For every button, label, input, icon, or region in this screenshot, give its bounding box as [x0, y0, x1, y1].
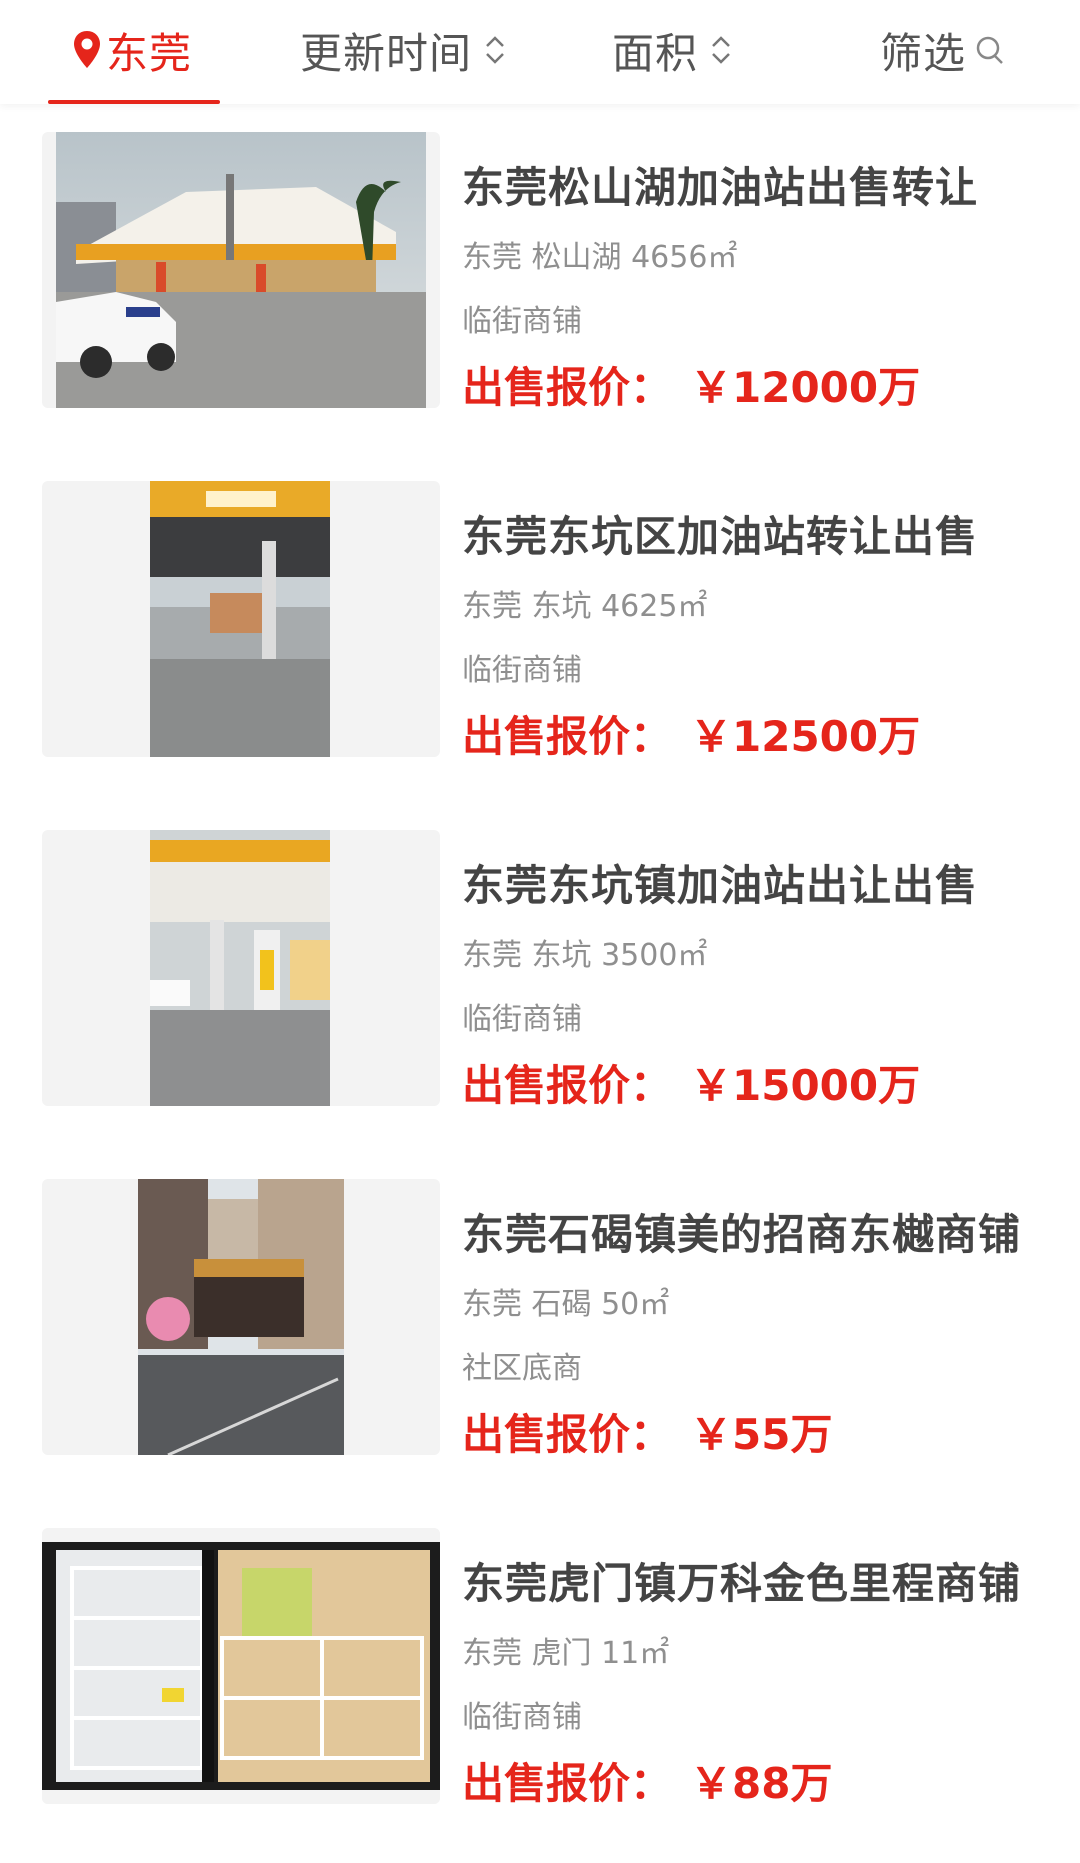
listing-meta: 东莞 东坑 3500㎡	[462, 938, 708, 973]
price-value: ￥15000万	[690, 1061, 921, 1110]
location-pin-icon	[74, 31, 100, 68]
listing-title: 东莞松山湖加油站出售转让	[462, 163, 979, 212]
listing-meta: 东莞 石碣 50㎡	[462, 1287, 670, 1322]
listing-type: 社区底商	[462, 1351, 582, 1386]
listing-type: 临街商铺	[462, 653, 582, 688]
listing-thumbnail	[42, 132, 440, 408]
sort-by-area[interactable]: 面积	[612, 20, 734, 80]
listing-meta: 东莞 虎门 11㎡	[462, 1636, 670, 1671]
listing-thumbnail	[42, 1528, 440, 1804]
listing-card[interactable]: 东莞东坑镇加油站出让出售 东莞 东坑 3500㎡ 临街商铺 出售报价： ￥1500…	[42, 830, 1042, 1110]
price-label: 出售报价：	[462, 712, 673, 761]
sort-time-label: 更新时间	[300, 28, 473, 78]
listing-card[interactable]: 东莞石碣镇美的招商东樾商铺 东莞 石碣 50㎡ 社区底商 出售报价： ￥55万	[42, 1179, 1042, 1459]
shopfront-photo	[138, 1179, 344, 1455]
listing-thumbnail	[42, 830, 440, 1106]
price-value: ￥12000万	[690, 363, 921, 412]
listing-title: 东莞虎门镇万科金色里程商铺	[462, 1559, 1022, 1608]
listing-price: 出售报价： ￥55万	[462, 1401, 832, 1462]
filter-button[interactable]: 筛选	[880, 20, 1006, 80]
listing-meta: 东莞 松山湖 4656㎡	[462, 240, 738, 275]
listing-type: 临街商铺	[462, 1002, 582, 1037]
filter-label: 筛选	[880, 28, 967, 78]
sort-by-update-time[interactable]: 更新时间	[300, 20, 508, 80]
listing-type: 临街商铺	[462, 1700, 582, 1735]
listing-title: 东莞东坑镇加油站出让出售	[462, 861, 979, 910]
listing-card[interactable]: 东莞东坑区加油站转让出售 东莞 东坑 4625㎡ 临街商铺 出售报价： ￥1250…	[42, 481, 1042, 761]
shop-interior-photo	[42, 1528, 440, 1804]
listing-price: 出售报价： ￥12500万	[462, 703, 920, 764]
gas-station-photo	[150, 830, 330, 1106]
filter-bar: 东莞 更新时间 面积 筛选	[0, 0, 1080, 104]
price-label: 出售报价：	[462, 1759, 673, 1808]
listing-meta: 东莞 东坑 4625㎡	[462, 589, 708, 624]
listing-card[interactable]: 东莞虎门镇万科金色里程商铺 东莞 虎门 11㎡ 临街商铺 出售报价： ￥88万	[42, 1528, 1042, 1808]
price-value: ￥88万	[690, 1759, 833, 1808]
listing-thumbnail	[42, 1179, 440, 1455]
city-selector[interactable]: 东莞	[72, 20, 192, 80]
sort-updown-icon	[486, 36, 504, 64]
city-label: 东莞	[106, 28, 193, 78]
listing-price: 出售报价： ￥88万	[462, 1750, 832, 1811]
gas-station-photo	[150, 481, 330, 757]
price-value: ￥12500万	[690, 712, 921, 761]
listing-price: 出售报价： ￥15000万	[462, 1052, 920, 1113]
price-label: 出售报价：	[462, 363, 673, 412]
search-icon	[976, 36, 1003, 64]
sort-area-label: 面积	[612, 28, 699, 78]
listing-title: 东莞石碣镇美的招商东樾商铺	[462, 1210, 1022, 1259]
sort-updown-icon	[712, 36, 730, 64]
price-value: ￥55万	[690, 1410, 833, 1459]
listing-title: 东莞东坑区加油站转让出售	[462, 512, 979, 561]
price-label: 出售报价：	[462, 1061, 673, 1110]
listing-thumbnail	[42, 481, 440, 757]
active-tab-indicator	[48, 100, 220, 104]
listing-type: 临街商铺	[462, 304, 582, 339]
listing-card[interactable]: 东莞松山湖加油站出售转让 东莞 松山湖 4656㎡ 临街商铺 出售报价： ￥120…	[42, 132, 1042, 412]
listing-price: 出售报价： ￥12000万	[462, 354, 920, 415]
price-label: 出售报价：	[462, 1410, 673, 1459]
gas-station-photo	[56, 132, 426, 408]
